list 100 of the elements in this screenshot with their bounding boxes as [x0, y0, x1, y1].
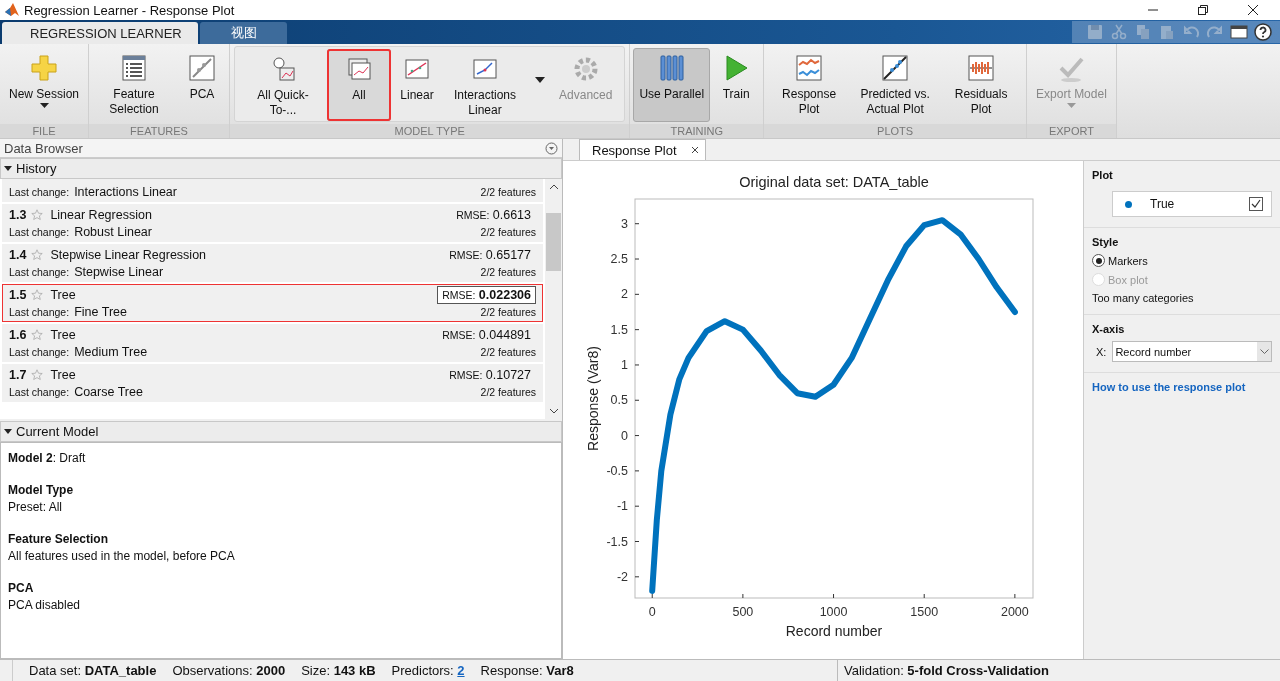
model-number: 1.4 — [9, 247, 27, 262]
last-change-label: Last change: — [9, 185, 70, 198]
radio-option[interactable]: Markers — [1092, 254, 1272, 267]
last-change-value: Interactions Linear — [74, 184, 177, 199]
document-tab[interactable]: Response Plot — [579, 139, 706, 160]
ribbon-button[interactable]: All — [327, 49, 392, 121]
ribbon-group-label: TRAINING — [630, 124, 764, 138]
ribbon-button[interactable]: New Session — [3, 48, 86, 122]
feature-count: 2/2 features — [480, 345, 536, 358]
last-change-label: Last change: — [9, 225, 70, 238]
model-number: 1.6 — [9, 327, 27, 342]
model-number: 1.7 — [9, 367, 27, 382]
help-link[interactable]: How to use the response plot — [1092, 381, 1272, 393]
y-tick — [634, 329, 640, 331]
rmse-value: 0.65177 — [485, 247, 531, 262]
y-tick-label: 1 — [621, 357, 628, 372]
ribbon-button[interactable]: Feature Selection — [92, 48, 177, 122]
star-icon[interactable] — [31, 368, 44, 381]
x-tick — [742, 593, 744, 599]
x-tick — [1014, 593, 1016, 599]
ribbon-button[interactable]: Train — [712, 48, 761, 122]
y-tick-label: 0 — [621, 428, 628, 443]
history-item[interactable]: 1.6 Tree RMSE: 0.044891 Last change: Medium Tree 2/2 features — [2, 324, 543, 362]
ribbon-button[interactable]: Use Parallel — [633, 48, 711, 122]
section-header[interactable]: History — [0, 158, 562, 179]
panel-title: Data Browser — [4, 140, 83, 156]
section-title: PCA — [8, 581, 35, 595]
model-name: Stepwise Linear Regression — [50, 247, 207, 262]
x-tick-label: 2000 — [1000, 605, 1029, 619]
section-title: Feature Selection — [8, 532, 110, 546]
ribbon-button[interactable]: Predicted vs. Actual Plot — [853, 48, 938, 122]
history-item[interactable]: Last change: Interactions Linear 2/2 features — [2, 179, 543, 202]
star-icon[interactable] — [31, 288, 44, 301]
close-icon[interactable] — [690, 146, 699, 154]
restore-icon[interactable] — [1197, 4, 1209, 16]
section-text: Preset: All — [8, 500, 64, 514]
checkbox[interactable] — [1249, 197, 1263, 211]
y-tick — [634, 470, 640, 472]
star-icon[interactable] — [31, 208, 44, 221]
rmse-value: 0.044891 — [478, 327, 531, 342]
feature-count: 2/2 features — [480, 305, 536, 318]
x-tick — [651, 593, 653, 599]
rmse-label: RMSE: — [442, 328, 476, 341]
y-tick — [634, 435, 640, 437]
rmse-label: RMSE: — [442, 288, 476, 301]
ribbon-button[interactable]: All Quick-To-... — [241, 49, 326, 121]
ribbon-button[interactable]: Linear — [393, 49, 442, 121]
star-icon[interactable] — [31, 328, 44, 341]
x-axis-dropdown[interactable]: Record number — [1112, 341, 1272, 362]
section-text: All features used in the model, before PCA — [8, 549, 236, 563]
history-item[interactable]: 1.3 Linear Regression RMSE: 0.6613 Last change: Robust Linear 2/2 features — [2, 204, 543, 242]
section-title: X-axis — [1092, 323, 1126, 335]
x-tick-label: 1000 — [819, 605, 848, 619]
y-tick-label: 1.5 — [610, 322, 628, 337]
feature-count: 2/2 features — [480, 265, 536, 278]
scroll-thumb[interactable] — [546, 213, 561, 271]
section-text: PCA disabled — [8, 598, 82, 612]
y-tick-label: -0.5 — [606, 463, 628, 478]
last-change-value: Robust Linear — [74, 224, 152, 239]
model-number: 1.5 — [9, 287, 27, 302]
history-item[interactable]: 1.4 Stepwise Linear Regression RMSE: 0.65177 Last change: Stepwise Linear 2/2 features — [2, 244, 543, 282]
window-icon[interactable] — [1230, 23, 1248, 41]
ribbon-tab[interactable]: 视图 — [200, 22, 287, 44]
ribbon-button[interactable]: Response Plot — [767, 48, 852, 122]
section-header[interactable]: Current Model — [0, 421, 562, 442]
history-item[interactable]: 1.7 Tree RMSE: 0.10727 Last change: Coarse Tree 2/2 features — [2, 364, 543, 402]
x-axis-label: Record number — [785, 623, 883, 639]
ribbon-tab[interactable]: REGRESSION LEARNER — [2, 22, 198, 44]
history-item[interactable]: 1.5 Tree RMSE: 0.022306 Last change: Fine Tree 2/2 features — [2, 284, 543, 322]
status-item: Observations: 2000 — [172, 663, 286, 678]
gallery-dropdown-icon[interactable] — [535, 77, 546, 83]
feature-count: 2/2 features — [480, 225, 536, 238]
scroll-down-icon[interactable] — [548, 407, 559, 415]
ribbon-button[interactable]: Residuals Plot — [939, 48, 1024, 122]
matlab-logo-icon — [4, 2, 20, 18]
ribbon-group-label: FILE — [0, 124, 89, 138]
y-tick — [634, 576, 640, 578]
help-icon[interactable] — [1254, 23, 1272, 41]
window-title: Regression Learner - Response Plot — [24, 2, 235, 18]
panel-menu-icon[interactable] — [545, 141, 558, 155]
last-change-value: Stepwise Linear — [74, 264, 164, 279]
ribbon-button[interactable]: PCA — [178, 48, 227, 122]
star-icon[interactable] — [31, 248, 44, 261]
section-title: Plot — [1092, 169, 1114, 181]
note-text: Too many categories — [1092, 292, 1195, 304]
legend-label: True — [1150, 197, 1176, 211]
ribbon-group-label: EXPORT — [1027, 124, 1116, 138]
scrollbar[interactable] — [545, 179, 562, 419]
section-title: Style — [1092, 236, 1120, 248]
y-tick-label: -2 — [616, 569, 628, 584]
y-tick — [634, 364, 640, 366]
y-tick — [634, 258, 640, 260]
ribbon-button[interactable]: Interactions Linear — [443, 49, 528, 121]
last-change-label: Last change: — [9, 305, 70, 318]
x-tick — [833, 593, 835, 599]
scroll-up-icon[interactable] — [548, 183, 559, 191]
close-icon[interactable] — [1247, 4, 1259, 16]
y-tick-label: 3 — [621, 216, 628, 231]
y-tick-label: 2.5 — [610, 252, 628, 267]
ribbon-group-label: FEATURES — [89, 124, 230, 138]
